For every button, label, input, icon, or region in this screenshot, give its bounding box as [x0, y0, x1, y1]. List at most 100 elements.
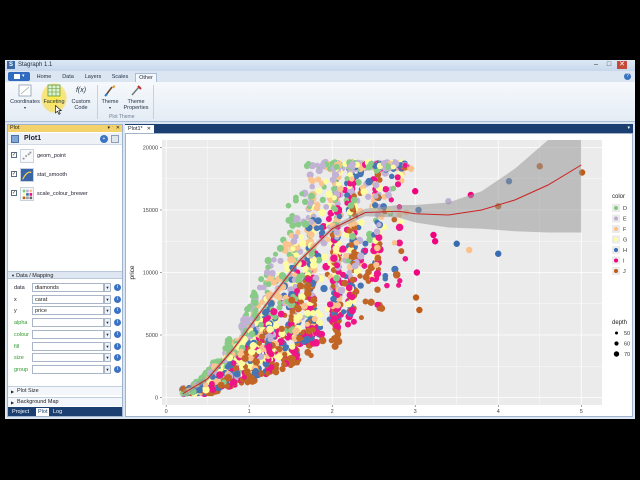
info-icon[interactable]: i	[114, 342, 121, 350]
data-point	[318, 230, 324, 236]
tab-scales[interactable]: Scales	[108, 73, 132, 82]
panel-title: Plot	[10, 125, 20, 131]
chevron-down-icon[interactable]: ▼	[104, 329, 111, 339]
help-icon[interactable]: ?	[624, 73, 631, 80]
layer-checkbox[interactable]: ✓	[11, 190, 17, 196]
data-point	[296, 282, 305, 290]
data-point	[343, 252, 350, 259]
custom-code-button[interactable]: f(x) Custom Code	[67, 84, 95, 116]
data-point	[334, 262, 341, 269]
coordinates-icon	[18, 84, 32, 97]
legend-key	[614, 216, 618, 221]
chevron-down-icon[interactable]: ▼	[104, 353, 111, 363]
theme-properties-button[interactable]: Theme Properties	[121, 84, 151, 116]
data-point	[226, 336, 233, 342]
mapping-field[interactable]	[32, 364, 104, 374]
mapping-field[interactable]: diamonds	[32, 283, 104, 292]
close-button[interactable]: ✕	[617, 61, 627, 69]
info-icon[interactable]: i	[114, 319, 121, 327]
coordinates-button[interactable]: Coordinates ▾	[9, 84, 41, 116]
data-point	[256, 348, 262, 355]
info-icon[interactable]: i	[114, 295, 121, 303]
section-plot-size[interactable]: ▶ Plot Size	[8, 386, 122, 395]
theme-button[interactable]: Theme ▾	[97, 84, 123, 116]
data-point	[338, 246, 345, 253]
tab-log[interactable]: Log	[51, 408, 64, 416]
data-point	[308, 192, 316, 200]
mapping-field[interactable]	[32, 353, 104, 363]
data-point	[307, 200, 314, 207]
data-point	[307, 231, 315, 239]
layer-item[interactable]: ✓ geom_point	[8, 147, 122, 165]
section-data-mapping[interactable]: ▼ Data / Mapping	[8, 271, 122, 279]
info-icon[interactable]: i	[114, 354, 121, 362]
data-point	[315, 309, 321, 315]
ribbon-group-plot-theme: Plot Theme	[109, 114, 135, 120]
chevron-down-icon[interactable]: ▼	[104, 294, 111, 304]
section-background-map[interactable]: ▶ Background Map	[8, 397, 122, 406]
chevron-down-icon[interactable]: ▼	[104, 306, 111, 316]
mapping-row-fill: fill ▼ i	[8, 341, 122, 353]
close-icon[interactable]: ✕	[147, 126, 151, 132]
data-point	[304, 309, 312, 317]
data-point	[368, 160, 374, 167]
data-point	[251, 369, 258, 376]
data-point	[376, 306, 382, 312]
tab-other[interactable]: Other	[135, 73, 157, 82]
info-icon[interactable]: i	[114, 365, 121, 373]
maximize-button[interactable]: □	[604, 61, 614, 69]
minimize-button[interactable]: –	[591, 61, 601, 69]
layer-item[interactable]: ✓ stat_smooth	[8, 166, 122, 184]
panel-controls[interactable]: ▾ ᛫ ✕	[108, 125, 120, 132]
info-icon[interactable]: i	[114, 307, 121, 315]
tab-plot[interactable]: Plot	[36, 408, 50, 416]
data-point	[323, 178, 329, 185]
mapping-field[interactable]	[32, 341, 104, 351]
layer-item[interactable]: ✓ scale_colour_brewer	[8, 185, 122, 203]
data-point	[361, 262, 368, 269]
data-point	[331, 185, 337, 192]
mapping-field[interactable]: price	[32, 306, 104, 316]
plot-icon	[11, 135, 19, 143]
mapping-field[interactable]	[32, 318, 104, 328]
data-point	[332, 245, 340, 253]
data-point	[301, 220, 310, 228]
faceting-button[interactable]: Faceting	[39, 83, 69, 116]
layer-checkbox[interactable]: ✓	[11, 152, 17, 158]
info-icon[interactable]: i	[114, 330, 121, 338]
layer-checkbox[interactable]: ✓	[11, 171, 17, 177]
legend-label: G	[623, 238, 627, 244]
chevron-down-icon[interactable]: ▼	[104, 341, 111, 351]
tab-data[interactable]: Data	[58, 73, 78, 82]
plot-name[interactable]: Plot1	[24, 135, 41, 142]
data-point	[295, 312, 303, 320]
data-point	[294, 304, 300, 311]
file-menu-button[interactable]: ▾	[8, 72, 30, 81]
data-point	[391, 216, 398, 223]
mapping-row-group: group ▼ i	[8, 364, 122, 376]
data-point	[277, 310, 285, 318]
document-tab-plot1[interactable]: Plot1* ✕	[125, 125, 154, 133]
chevron-down-icon[interactable]: ▼	[104, 364, 111, 374]
data-point	[276, 345, 283, 353]
colour-scale-icon	[20, 187, 34, 201]
tab-list-icon[interactable]: ▾	[627, 125, 630, 131]
chevron-down-icon[interactable]: ▼	[104, 283, 111, 292]
data-point	[390, 185, 397, 192]
tab-home[interactable]: Home	[33, 73, 55, 82]
data-point	[260, 284, 267, 291]
add-layer-icon[interactable]: +	[100, 135, 108, 143]
legend-label: 60	[624, 342, 630, 348]
tab-layers[interactable]: Layers	[81, 73, 105, 82]
y-axis-label: price	[129, 265, 136, 279]
y-tick-label: 20000	[143, 146, 158, 152]
mapping-field[interactable]	[32, 329, 104, 339]
mapping-field[interactable]: carat	[32, 294, 104, 304]
layer-settings-icon[interactable]	[111, 135, 119, 143]
tab-project[interactable]: Project	[10, 408, 31, 416]
data-point	[289, 222, 296, 229]
chevron-down-icon[interactable]: ▼	[104, 318, 111, 328]
info-icon[interactable]: i	[114, 284, 121, 291]
data-point	[326, 301, 334, 308]
triangle-right-icon: ▶	[11, 389, 15, 394]
